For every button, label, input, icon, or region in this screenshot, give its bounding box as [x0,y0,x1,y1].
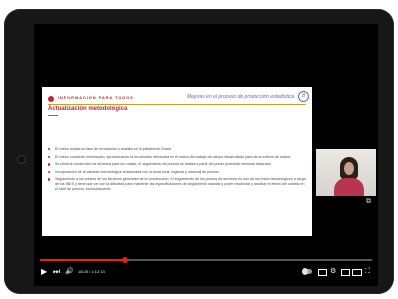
slide-bullet-list: El índice realiza su fase de recolección… [48,147,306,194]
video-player[interactable]: INFORMACIÓN PARA TODOS Mejoras en el pro… [34,24,378,286]
next-icon[interactable]: ⏭ [53,267,60,277]
miniplayer-icon[interactable] [341,269,350,276]
progress-fill [40,259,125,261]
subtitles-icon[interactable] [318,269,327,276]
bullet-dot-icon [48,155,51,158]
time-display: 18:25 / 1:12:13 [78,269,105,274]
bullet-text: El índice consolidó información, aprovec… [55,154,292,159]
bullet-item: Se inicia la recolección de artículos pa… [48,162,306,167]
gear-icon[interactable]: ⚙ [330,267,336,277]
slide-title: Actualización metodológica [48,106,128,112]
scrubber-handle[interactable] [121,257,128,263]
bullet-text: Se inicia la recolección de artículos pa… [55,162,272,167]
cast-icon[interactable]: ⧉ [366,198,374,206]
presentation-slide: INFORMACIÓN PARA TODOS Mejoras en el pro… [42,87,312,236]
dane-logo-icon [48,96,54,102]
bullet-dot-icon [48,170,51,174]
bullet-text: Seguimiento a los precios de los servici… [55,177,306,191]
toggle-knob [302,268,308,275]
slide-tagline: INFORMACIÓN PARA TODOS [58,95,134,100]
fullscreen-icon[interactable]: ⛶ [365,267,370,277]
bullet-item: El índice consolidó información, aprovec… [48,155,306,160]
tablet-camera [17,155,26,164]
speaker-webcam [316,149,376,196]
bullet-dot-icon [48,148,51,151]
progress-bar[interactable] [40,257,372,263]
slide-number-badge: 8 [298,91,309,102]
player-controls: ▶ ⏭ 🔊 18:25 / 1:12:13 ⚙ ⛶ [34,264,378,280]
play-icon[interactable]: ▶ [41,267,47,277]
autoplay-toggle[interactable] [302,268,312,275]
bullet-item: Incorporación de la variante metodológic… [48,170,306,175]
bullet-text: El índice realiza su fase de recolección… [55,147,172,151]
speaker-body [334,178,364,196]
bullet-item: El índice realiza su fase de recolección… [48,147,306,152]
bullet-dot-icon [48,163,51,166]
speaker-face [344,162,354,175]
bullet-dot-icon [48,178,51,181]
tablet-frame: INFORMACIÓN PARA TODOS Mejoras en el pro… [4,9,394,294]
volume-icon[interactable]: 🔊 [65,267,74,277]
bullet-text: Incorporación de la variante metodológic… [55,169,219,174]
bullet-item: Seguimiento a los precios de los servici… [48,177,306,191]
slide-divider [48,104,306,105]
slide-header-title: Mejoras en el proceso de producción esta… [187,94,295,100]
title-underline [48,115,58,116]
theater-icon[interactable] [352,269,362,276]
